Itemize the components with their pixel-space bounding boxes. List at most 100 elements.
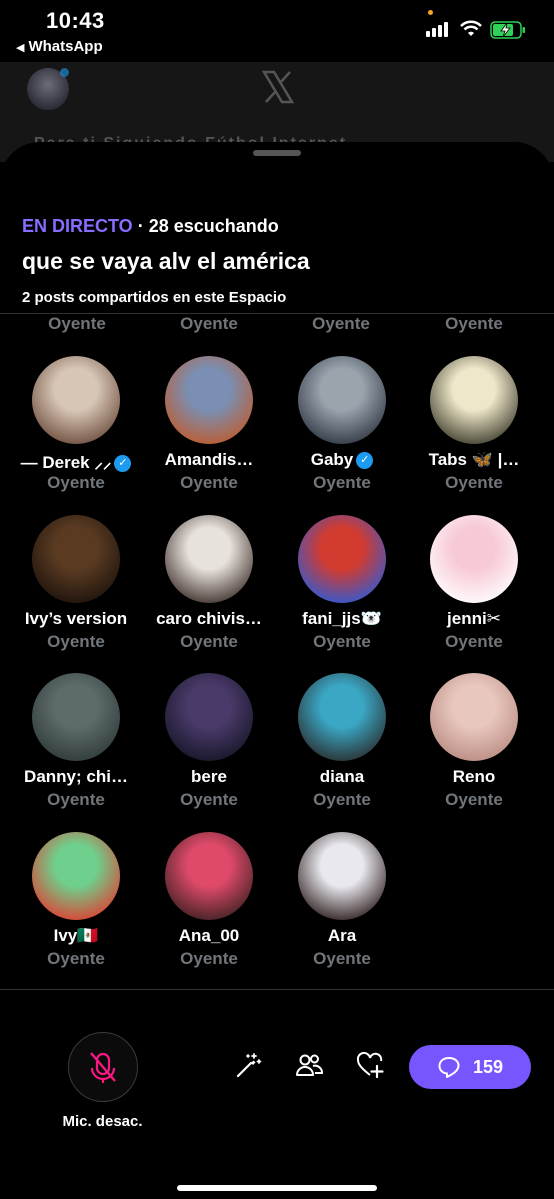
participant-card[interactable]: Reno Oyente bbox=[408, 673, 540, 823]
magic-wand-icon[interactable] bbox=[234, 1050, 264, 1080]
participant-card[interactable]: Amandis… Oyente bbox=[143, 356, 275, 506]
participant-name-text: fani_jjs🐻‍❄️ bbox=[302, 609, 382, 628]
participant-role: Oyente bbox=[445, 314, 503, 333]
status-bar: 10:43 ◀ WhatsApp bbox=[0, 0, 554, 60]
participant-name-text: diana bbox=[319, 767, 365, 786]
space-title: que se vaya alv el américa bbox=[22, 248, 310, 274]
participant-name-text: jenni✂︎ bbox=[447, 609, 501, 628]
live-badge: EN DIRECTO bbox=[22, 216, 133, 236]
participant-name: Danny; chi… bbox=[6, 767, 146, 787]
participant-role: Oyente bbox=[47, 473, 105, 492]
participant-name-text: bere bbox=[191, 767, 227, 786]
participant-role: Oyente bbox=[313, 473, 371, 492]
participant-card[interactable]: fani_jjs🐻‍❄️ Oyente bbox=[276, 515, 408, 665]
participant-card[interactable]: Ivy’s version Oyente bbox=[10, 515, 142, 665]
wifi-icon bbox=[460, 20, 482, 36]
participant-avatar[interactable] bbox=[298, 673, 386, 761]
participant-avatar[interactable] bbox=[430, 515, 518, 603]
participant-avatar[interactable] bbox=[430, 356, 518, 444]
back-arrow-icon: ◀ bbox=[16, 42, 25, 54]
people-icon[interactable] bbox=[294, 1050, 324, 1080]
shared-posts-link[interactable]: 2 posts compartidos en este Espacio bbox=[22, 289, 286, 306]
participant-name-text: Ivy🇲🇽 bbox=[53, 926, 99, 945]
participant-role: Oyente bbox=[312, 314, 370, 333]
back-app-label: WhatsApp bbox=[28, 38, 103, 55]
participant-avatar[interactable] bbox=[165, 832, 253, 920]
participant-card[interactable]: Ana_00 Oyente bbox=[143, 832, 275, 982]
space-sheet: EN DIRECTO · 28 escuchando que se vaya a… bbox=[0, 142, 554, 1199]
heart-plus-icon[interactable] bbox=[355, 1050, 385, 1080]
participant-name: — Derek ⸝⸝ ✓ bbox=[6, 450, 146, 473]
participant-avatar[interactable] bbox=[165, 673, 253, 761]
participant-name: fani_jjs🐻‍❄️ bbox=[272, 609, 412, 629]
participant-role: Oyente bbox=[313, 949, 371, 968]
cellular-signal-icon bbox=[426, 22, 448, 37]
participant-role: Oyente bbox=[445, 632, 503, 651]
participant-name-text: Danny; chi… bbox=[24, 767, 128, 786]
participant-name: Tabs 🦋 |… bbox=[404, 450, 544, 470]
participant-name: Reno bbox=[404, 767, 544, 787]
participant-name-text: — Derek ⸝⸝ bbox=[20, 453, 112, 472]
previous-row-roles: Oyente Oyente Oyente Oyente bbox=[0, 313, 554, 337]
participant-name-text: Reno bbox=[452, 767, 496, 786]
participant-name-text: caro chivis… bbox=[156, 609, 262, 628]
participant-card[interactable]: Danny; chi… Oyente bbox=[10, 673, 142, 823]
participant-avatar[interactable] bbox=[32, 673, 120, 761]
participant-role: Oyente bbox=[180, 473, 238, 492]
participant-card[interactable]: bere Oyente bbox=[143, 673, 275, 823]
participant-name: jenni✂︎ bbox=[404, 609, 544, 629]
participant-name: Ana_00 bbox=[139, 926, 279, 946]
participant-name-text: Gaby bbox=[310, 450, 354, 469]
replies-button[interactable]: 159 bbox=[409, 1045, 531, 1089]
participant-card[interactable]: Ara Oyente bbox=[276, 832, 408, 982]
privacy-indicator bbox=[428, 10, 433, 15]
listener-count: · 28 escuchando bbox=[137, 216, 279, 236]
participant-card[interactable]: Tabs 🦋 |… Oyente bbox=[408, 356, 540, 506]
home-indicator[interactable] bbox=[177, 1185, 377, 1191]
participant-name: caro chivis… bbox=[139, 609, 279, 629]
participant-card[interactable]: — Derek ⸝⸝ ✓ Oyente bbox=[10, 356, 142, 506]
background-notification-dot bbox=[60, 68, 69, 77]
participant-role: Oyente bbox=[47, 949, 105, 968]
mic-toggle-button[interactable] bbox=[68, 1032, 138, 1102]
participant-card[interactable]: caro chivis… Oyente bbox=[143, 515, 275, 665]
reply-count: 159 bbox=[472, 1056, 504, 1077]
participant-avatar[interactable] bbox=[165, 515, 253, 603]
participant-name: Ivy’s version bbox=[6, 609, 146, 629]
footer-divider bbox=[0, 989, 554, 990]
verified-badge-icon: ✓ bbox=[356, 452, 374, 469]
live-status: EN DIRECTO · 28 escuchando bbox=[22, 216, 279, 237]
participant-role: Oyente bbox=[180, 790, 238, 809]
participant-role: Oyente bbox=[445, 790, 503, 809]
participant-card[interactable]: Gaby ✓ Oyente bbox=[276, 356, 408, 506]
participant-name: Ara bbox=[272, 926, 412, 946]
participant-card[interactable]: diana Oyente bbox=[276, 673, 408, 823]
clock: 10:43 bbox=[46, 8, 105, 33]
participant-name-text: Ara bbox=[327, 926, 357, 945]
participant-name: Gaby ✓ bbox=[272, 450, 412, 470]
reply-icon bbox=[438, 1057, 460, 1078]
sheet-grabber[interactable] bbox=[253, 150, 301, 156]
participant-role: Oyente bbox=[445, 473, 503, 492]
participant-avatar[interactable] bbox=[32, 832, 120, 920]
participant-name: bere bbox=[139, 767, 279, 787]
participant-avatar[interactable] bbox=[32, 515, 120, 603]
participant-avatar[interactable] bbox=[298, 356, 386, 444]
participant-name: Amandis… bbox=[139, 450, 279, 470]
participant-card[interactable]: Ivy🇲🇽 Oyente bbox=[10, 832, 142, 982]
participant-name-text: Amandis… bbox=[164, 450, 254, 469]
participant-card[interactable]: jenni✂︎ Oyente bbox=[408, 515, 540, 665]
participant-avatar[interactable] bbox=[298, 515, 386, 603]
participant-role: Oyente bbox=[313, 790, 371, 809]
participant-avatar[interactable] bbox=[32, 356, 120, 444]
back-to-app-link[interactable]: ◀ WhatsApp bbox=[16, 38, 103, 55]
participant-avatar[interactable] bbox=[298, 832, 386, 920]
participant-name: Ivy🇲🇽 bbox=[6, 926, 146, 946]
participant-name: diana bbox=[272, 767, 412, 787]
participant-avatar[interactable] bbox=[165, 356, 253, 444]
participant-role: Oyente bbox=[47, 790, 105, 809]
participant-role: Oyente bbox=[47, 632, 105, 651]
battery-charging-icon bbox=[490, 21, 525, 39]
participant-avatar[interactable] bbox=[430, 673, 518, 761]
participant-role: Oyente bbox=[180, 949, 238, 968]
